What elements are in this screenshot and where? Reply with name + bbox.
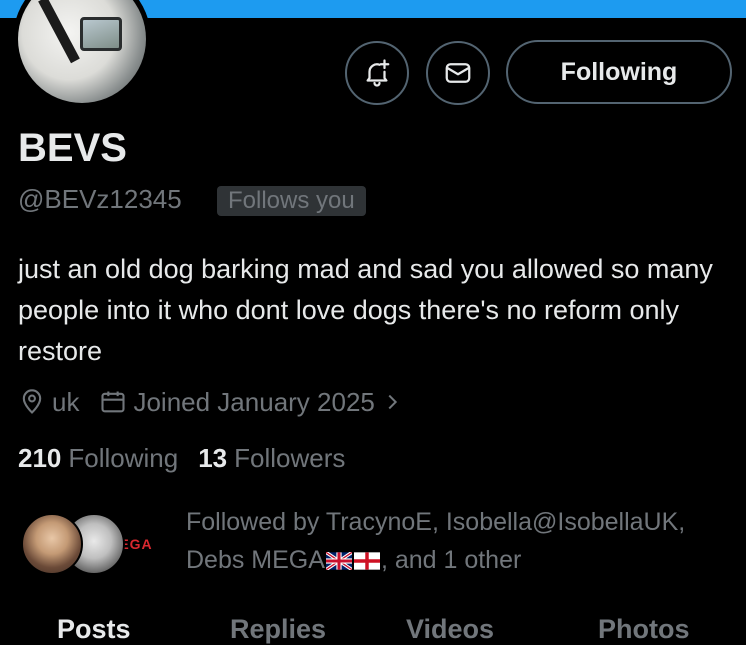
profile-bio: just an old dog barking mad and sad you … — [18, 254, 713, 366]
tab-videos[interactable]: Videos — [406, 614, 494, 645]
location: uk — [18, 387, 79, 418]
envelope-icon — [445, 63, 471, 83]
profile-stats: 210 Following 13 Followers — [18, 443, 365, 474]
following-label: Following — [68, 443, 179, 473]
follower-avatar — [21, 513, 83, 575]
union-jack-flag-icon — [325, 552, 352, 571]
tab-replies[interactable]: Replies — [230, 614, 326, 645]
profile-handle: @BEVz12345 — [18, 184, 182, 214]
avatar-detail — [38, 0, 80, 64]
followers-stat[interactable]: 13 Followers — [198, 443, 345, 474]
tab-posts[interactable]: Posts — [57, 614, 131, 645]
location-text: uk — [52, 386, 80, 417]
following-count: 210 — [18, 443, 62, 473]
notifications-button[interactable] — [345, 41, 409, 105]
following-button[interactable]: Following — [506, 40, 732, 104]
profile-avatar[interactable] — [13, 0, 151, 108]
follows-you-badge: Follows you — [217, 186, 366, 216]
profile-name: BEVS — [18, 126, 127, 170]
following-stat[interactable]: 210 Following — [18, 443, 178, 474]
profile-meta: uk Joined January 2025 — [18, 385, 429, 419]
tab-photos[interactable]: Photos — [598, 614, 690, 645]
england-flag-icon — [353, 552, 380, 571]
location-pin-icon — [22, 389, 42, 414]
chevron-right-icon — [388, 394, 397, 410]
followers-label: Followers — [234, 443, 346, 473]
profile-tabs: Posts Replies Videos Photos — [0, 614, 746, 644]
calendar-icon — [101, 391, 126, 413]
avatar-detail-window — [80, 17, 122, 51]
joined-date[interactable]: Joined January 2025 — [99, 387, 408, 418]
followers-count: 13 — [198, 443, 228, 473]
bell-plus-icon — [366, 59, 390, 87]
avatar-image — [18, 0, 146, 103]
followed-by-text[interactable]: Followed by TracynoE, Isobella@IsobellaU… — [186, 503, 736, 579]
followed-by-prefix: Followed by TracynoE, Isobella@IsobellaU… — [186, 508, 686, 536]
followed-by-suffix: , and 1 other — [380, 546, 522, 574]
message-button[interactable] — [426, 41, 490, 105]
followed-by-name: Debs MEGA — [186, 546, 325, 574]
followed-by-avatars[interactable]: EGA — [21, 513, 167, 577]
joined-text: Joined January 2025 — [133, 386, 375, 417]
